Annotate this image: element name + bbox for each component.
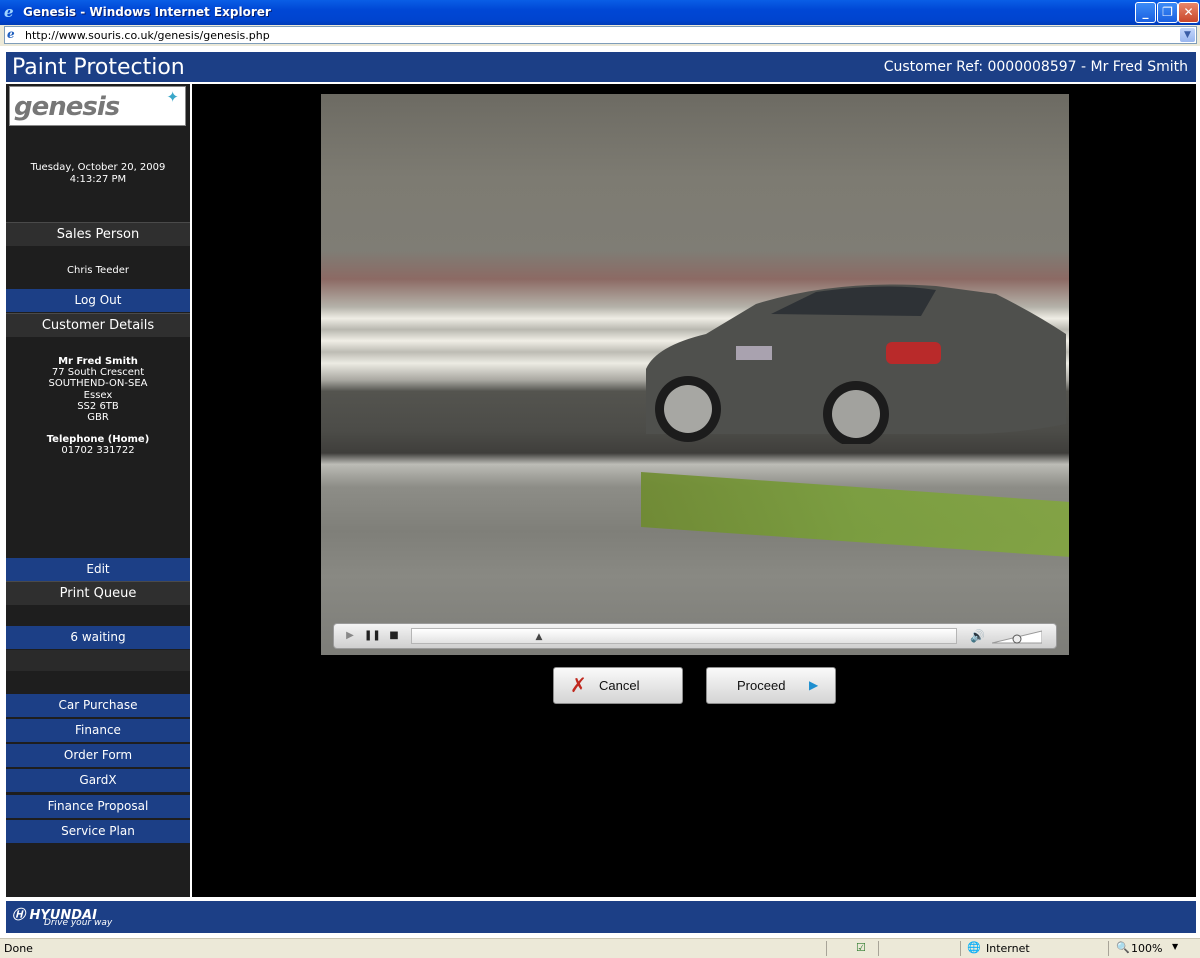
minimize-icon: _ <box>1142 5 1149 19</box>
current-datetime: Tuesday, October 20, 2009 4:13:27 PM <box>6 162 190 186</box>
video-player[interactable]: ▶ ❚❚ ■ ▲ 🔊 <box>321 94 1069 655</box>
print-queue-heading: Print Queue <box>6 581 190 605</box>
restore-icon: ❐ <box>1162 5 1173 19</box>
sales-person-name: Chris Teeder <box>67 265 129 276</box>
print-queue-status[interactable]: 6 waiting <box>6 626 190 649</box>
ie-logo-icon: e <box>4 3 14 21</box>
nav-service-plan[interactable]: Service Plan <box>6 820 190 843</box>
hyundai-tagline: Drive your way <box>44 918 113 928</box>
phone-number: 01702 331722 <box>61 445 135 457</box>
maximize-button[interactable]: ❐ <box>1157 2 1178 23</box>
phone-heading: Telephone (Home) <box>46 434 150 446</box>
arrow-right-icon: ▶ <box>809 678 819 692</box>
address-line: Essex <box>83 389 113 401</box>
customer-ref: Customer Ref: 0000008597 - Mr Fred Smith <box>883 59 1188 75</box>
nav-finance-proposal[interactable]: Finance Proposal <box>6 795 190 818</box>
divider <box>960 941 961 956</box>
video-frame-grass <box>641 471 1069 558</box>
main-content: ▶ ❚❚ ■ ▲ 🔊 ✗ Cancel Proceed ▶ <box>192 84 1196 897</box>
genesis-logo: genesis ✦ <box>9 86 186 126</box>
play-icon: ▶ <box>346 630 354 641</box>
address-dropdown-button[interactable]: ▼ <box>1180 28 1195 42</box>
stop-icon: ■ <box>389 630 399 641</box>
proceed-button[interactable]: Proceed ▶ <box>706 667 836 704</box>
address-line: 77 South Crescent <box>51 367 145 379</box>
current-time: 4:13:27 PM <box>69 174 127 185</box>
address-field[interactable]: e http://www.souris.co.uk/genesis/genesi… <box>4 26 1197 44</box>
cross-icon: ✗ <box>570 673 587 697</box>
status-text: Done <box>4 942 33 955</box>
pause-icon: ❚❚ <box>364 630 381 641</box>
stop-button[interactable]: ■ <box>387 629 401 643</box>
sidebar: genesis ✦ Tuesday, October 20, 2009 4:13… <box>6 84 190 897</box>
zone-label: Internet <box>986 942 1030 955</box>
customer-details-heading: Customer Details <box>6 313 190 337</box>
zoom-level[interactable]: 100% <box>1131 942 1162 955</box>
divider <box>6 650 190 671</box>
address-url[interactable]: http://www.souris.co.uk/genesis/genesis.… <box>25 29 270 42</box>
current-date: Tuesday, October 20, 2009 <box>30 162 166 173</box>
cancel-button[interactable]: ✗ Cancel <box>553 667 683 704</box>
video-frame-car <box>646 284 1066 444</box>
sales-person-heading: Sales Person <box>6 222 190 246</box>
customer-details: Mr Fred Smith 77 South Crescent SOUTHEND… <box>6 356 190 457</box>
zoom-dropdown-icon[interactable]: ▼ <box>1172 942 1178 951</box>
customer-name: Mr Fred Smith <box>58 356 138 367</box>
window-title: Genesis - Windows Internet Explorer <box>23 5 271 19</box>
nav-finance[interactable]: Finance <box>6 719 190 742</box>
logo-text: genesis <box>14 92 120 122</box>
page-title: Paint Protection <box>12 55 185 80</box>
sparkle-icon: ✦ <box>166 88 179 106</box>
minimize-button[interactable]: _ <box>1135 2 1156 23</box>
nav-gardx[interactable]: GardX <box>6 769 190 792</box>
footer-bar: Ⓗ HYUNDAI Drive your way <box>6 901 1196 933</box>
page-icon: e <box>7 27 15 41</box>
chevron-down-icon: ▼ <box>1184 30 1191 40</box>
volume-thumb[interactable] <box>1012 634 1022 644</box>
divider <box>826 941 827 956</box>
volume-icon[interactable]: 🔊 <box>970 629 985 643</box>
proceed-label: Proceed <box>737 678 786 693</box>
cancel-label: Cancel <box>599 678 640 693</box>
divider <box>1108 941 1109 956</box>
address-line: GBR <box>87 412 109 424</box>
globe-icon: 🌐 <box>967 941 981 954</box>
address-bar: e http://www.souris.co.uk/genesis/genesi… <box>0 25 1200 46</box>
close-window-button[interactable]: ✕ <box>1178 2 1199 23</box>
nav-car-purchase[interactable]: Car Purchase <box>6 694 190 717</box>
volume-slider[interactable] <box>992 629 1042 644</box>
address-line: SS2 6TB <box>77 400 119 412</box>
pause-button[interactable]: ❚❚ <box>364 629 381 643</box>
divider <box>878 941 879 956</box>
edit-button[interactable]: Edit <box>6 558 190 581</box>
play-button[interactable]: ▶ <box>343 629 357 643</box>
page-frame: Paint Protection Customer Ref: 000000859… <box>0 46 1200 938</box>
seek-thumb[interactable]: ▲ <box>535 632 543 643</box>
address-line: SOUTHEND-ON-SEA <box>48 378 148 390</box>
video-controls: ▶ ❚❚ ■ ▲ 🔊 <box>333 623 1057 649</box>
page-check-icon: ☑ <box>856 941 866 954</box>
zoom-icon[interactable]: 🔍 <box>1116 941 1130 954</box>
window-title-bar: e Genesis - Windows Internet Explorer _ … <box>0 0 1200 25</box>
nav-order-form[interactable]: Order Form <box>6 744 190 767</box>
close-icon: ✕ <box>1183 5 1194 19</box>
seek-bar[interactable]: ▲ <box>411 628 957 644</box>
status-bar: Done ☑ 🌐 Internet 🔍 100% ▼ <box>0 938 1200 958</box>
logout-button[interactable]: Log Out <box>6 289 190 312</box>
app-header: Paint Protection Customer Ref: 000000859… <box>6 52 1196 82</box>
